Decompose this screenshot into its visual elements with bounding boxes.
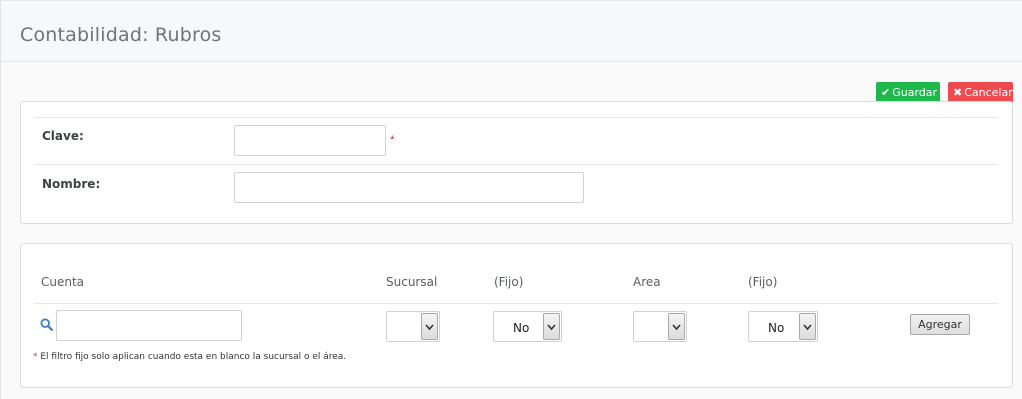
chevron-down-icon [668, 313, 685, 340]
search-icon[interactable] [40, 318, 53, 336]
nombre-label: Nombre: [42, 177, 101, 191]
column-fijo-sucursal: (Fijo) [494, 275, 524, 289]
note-text: El filtro fijo solo aplican cuando esta … [40, 352, 347, 362]
cuenta-input[interactable] [56, 310, 242, 341]
cancel-button-label: Cancelar [964, 86, 1013, 99]
note-mark: * [33, 352, 38, 362]
times-icon: ✖ [953, 86, 963, 99]
chevron-down-icon [421, 313, 438, 340]
cancel-button[interactable]: ✖ Cancelar [948, 82, 1013, 103]
filter-note: * El filtro fijo solo aplican cuando est… [33, 352, 346, 362]
divider [34, 164, 998, 165]
chevron-down-icon [799, 313, 816, 340]
required-mark: * [390, 133, 395, 147]
area-select[interactable] [633, 311, 687, 342]
column-area: Area [633, 275, 661, 289]
column-sucursal: Sucursal [386, 275, 438, 289]
column-fijo-area: (Fijo) [748, 275, 778, 289]
sucursal-select[interactable] [386, 311, 440, 342]
rubro-form-panel [20, 101, 1013, 224]
page-header: Contabilidad: Rubros [1, 4, 1022, 62]
save-button[interactable]: ✔ Guardar [876, 82, 940, 103]
fijo-area-select[interactable]: No [748, 311, 818, 342]
clave-input[interactable] [234, 125, 386, 156]
chevron-down-icon [543, 313, 560, 340]
check-icon: ✔ [881, 86, 891, 99]
save-button-label: Guardar [892, 86, 938, 99]
nombre-input[interactable] [234, 172, 584, 203]
add-button[interactable]: Agregar [910, 314, 970, 335]
fijo-sucursal-select[interactable]: No [493, 311, 562, 342]
page-title: Contabilidad: Rubros [20, 24, 222, 46]
fijo-sucursal-value: No [513, 321, 530, 335]
divider [34, 117, 998, 118]
divider [34, 303, 998, 304]
clave-label: Clave: [42, 129, 84, 143]
column-cuenta: Cuenta [41, 275, 85, 289]
fijo-area-value: No [768, 321, 785, 335]
